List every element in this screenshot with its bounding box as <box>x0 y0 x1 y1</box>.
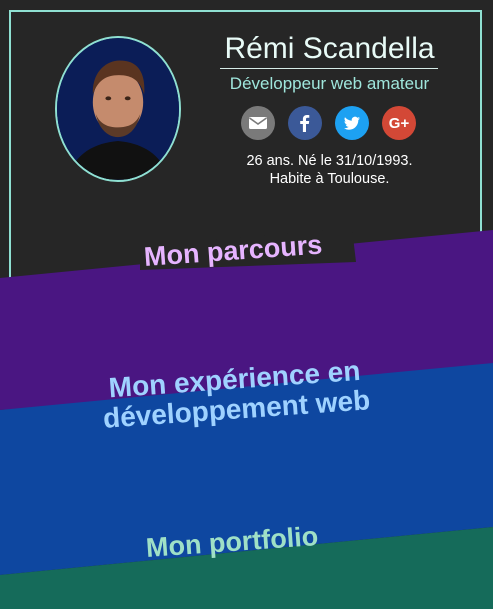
section-bands <box>0 228 493 609</box>
